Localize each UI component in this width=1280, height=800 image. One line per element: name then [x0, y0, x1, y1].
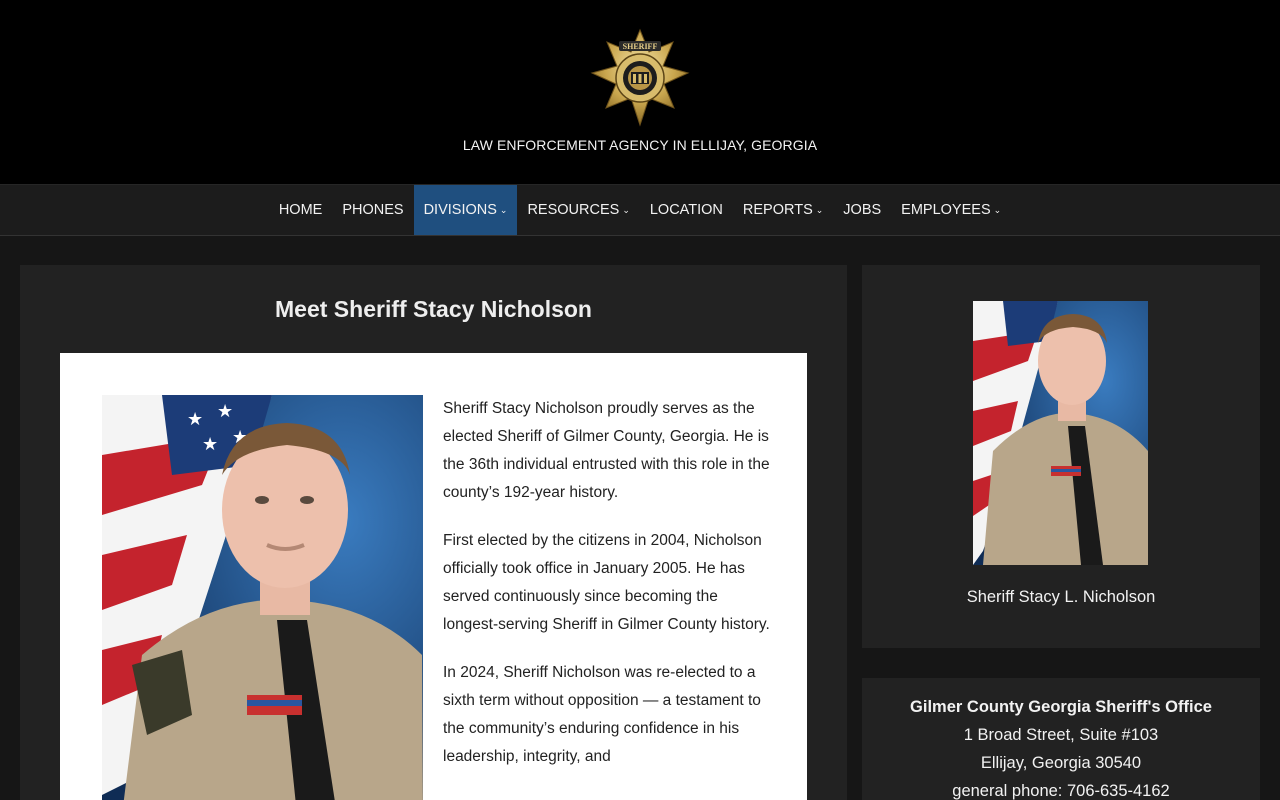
sheriff-star-badge-icon[interactable]: SHERIFF — [589, 28, 691, 128]
nav-item-location[interactable]: LOCATION — [640, 185, 733, 235]
nav-item-label: PHONES — [342, 202, 404, 218]
contact-phone[interactable]: general phone: 706-635-4162 — [862, 777, 1260, 800]
page-title: Meet Sheriff Stacy Nicholson — [275, 296, 592, 322]
photo-caption: Sheriff Stacy L. Nicholson — [966, 588, 1156, 606]
nav-item-label: EMPLOYEES — [901, 202, 991, 218]
nav-item-label: REPORTS — [742, 202, 813, 218]
bio-text: Sheriff Stacy Nicholson proudly serves a… — [443, 395, 773, 791]
svg-text:★: ★ — [217, 401, 233, 421]
nav-item-label: JOBS — [843, 202, 882, 218]
sidebar-photo-widget: Sheriff Stacy L. Nicholson — [862, 265, 1260, 648]
svg-text:★: ★ — [187, 409, 203, 429]
chevron-down-icon: ⌄ — [499, 204, 508, 215]
nav-item-home[interactable]: HOME — [269, 185, 333, 235]
bio-paragraph: In 2024, Sheriff Nicholson was re-electe… — [443, 664, 761, 765]
nav-item-label: DIVISIONS — [423, 202, 497, 218]
site-header: SHERIFF LAW ENFORCEMENT AGENCY IN ELLIJA… — [0, 0, 1280, 184]
contact-street: 1 Broad Street, Suite #103 — [963, 726, 1159, 744]
svg-text:★: ★ — [202, 434, 218, 454]
sheriff-portrait-image: ★ ★ ★ ★ — [102, 395, 423, 800]
contact-city: Ellijay, Georgia 30540 — [980, 754, 1142, 772]
nav-item-label: RESOURCES — [527, 202, 620, 218]
nav-item-resources[interactable]: RESOURCES ⌄ — [517, 185, 639, 235]
nav-item-phones[interactable]: PHONES — [332, 185, 413, 235]
nav-item-label: LOCATION — [649, 202, 723, 218]
sidebar-contact-widget: Gilmer County Georgia Sheriff's Office 1… — [862, 678, 1260, 800]
chevron-down-icon: ⌄ — [993, 204, 1002, 215]
bio-paragraph: First elected by the citizens in 2004, N… — [443, 532, 770, 633]
sheriff-thumbnail-image[interactable] — [973, 301, 1148, 565]
chevron-down-icon: ⌄ — [815, 204, 824, 215]
nav-item-employees[interactable]: EMPLOYEES ⌄ — [891, 185, 1011, 235]
svg-text:SHERIFF: SHERIFF — [623, 42, 658, 51]
bio-card: ★ ★ ★ ★ Sheriff Stacy Nicholson proudly … — [60, 353, 807, 800]
nav-item-reports[interactable]: REPORTS ⌄ — [733, 185, 833, 235]
chevron-down-icon: ⌄ — [622, 204, 630, 215]
site-tagline: LAW ENFORCEMENT AGENCY IN ELLIJAY, GEORG… — [462, 137, 818, 153]
nav-item-label: HOME — [278, 202, 323, 218]
bio-paragraph: Sheriff Stacy Nicholson proudly serves a… — [443, 400, 770, 501]
nav-item-jobs[interactable]: JOBS — [833, 185, 891, 235]
contact-org-name: Gilmer County Georgia Sheriff's Office — [910, 698, 1212, 716]
main-navigation: HOME PHONES DIVISIONS ⌄ RESOURCES ⌄ LOCATI… — [0, 184, 1280, 236]
nav-item-divisions[interactable]: DIVISIONS ⌄ — [413, 185, 518, 235]
